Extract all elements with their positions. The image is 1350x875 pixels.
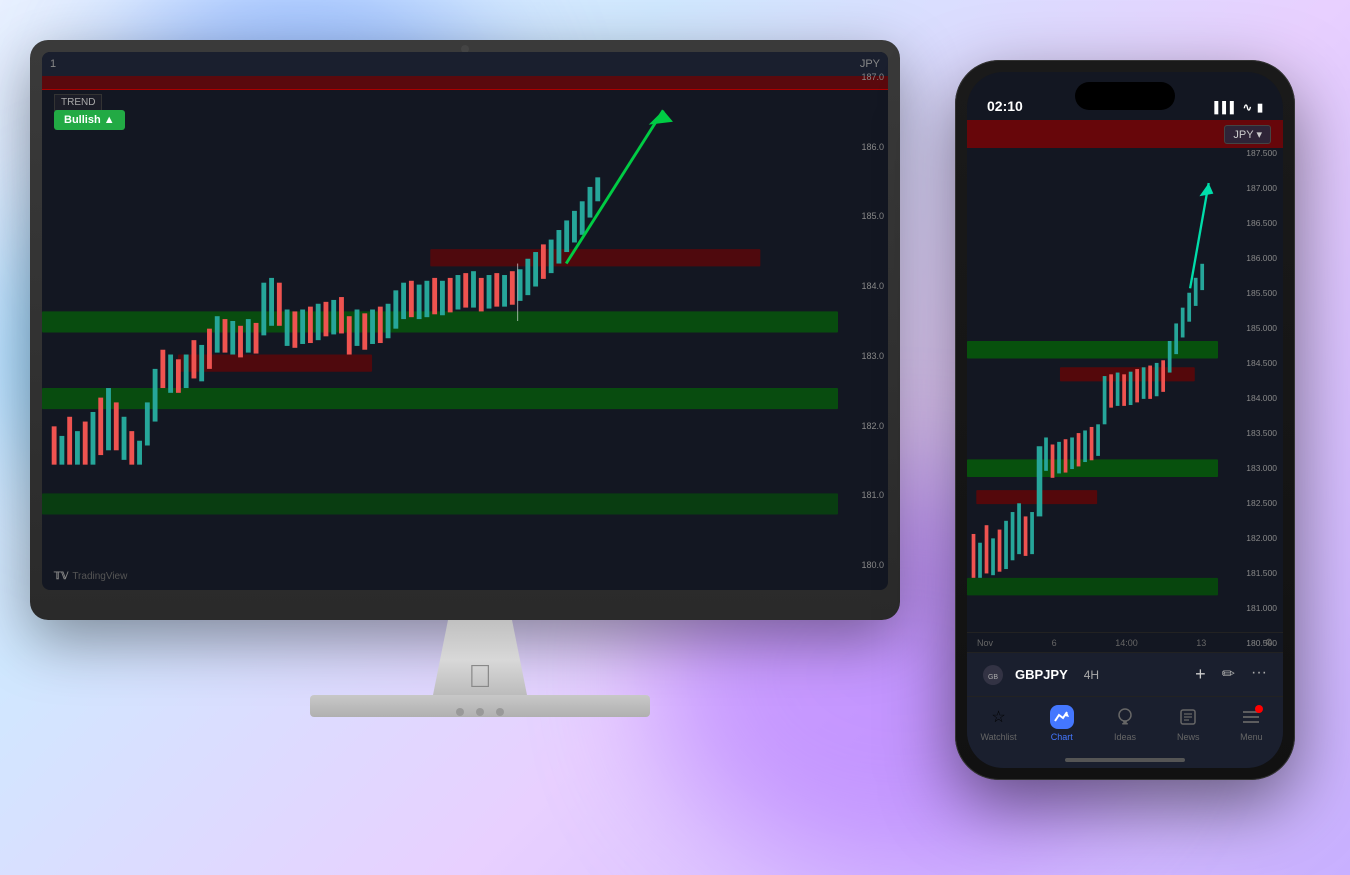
- iphone-date-bar: Nov 6 14:00 13 ⚙: [967, 632, 1283, 652]
- signal-icon: ▌▌▌: [1214, 102, 1237, 114]
- tab-watchlist[interactable]: ☆ Watchlist: [967, 705, 1030, 742]
- draw-button[interactable]: ✏: [1222, 664, 1235, 685]
- chart-settings-icon[interactable]: ⚙: [1265, 637, 1273, 648]
- iphone-symbol-bar: GB GBPJPY 4H + ✏ ···: [967, 652, 1283, 696]
- iphone-body: 02:10 ▌▌▌ ∿ ▮ JPY ▾: [955, 60, 1295, 780]
- tab-news-label: News: [1177, 732, 1200, 742]
- menu-notification-dot: [1255, 705, 1263, 713]
- tab-chart[interactable]: Chart: [1030, 705, 1093, 742]
- imac-apple-logo: : [468, 658, 492, 695]
- iphone-chart-svg: [967, 148, 1218, 648]
- imac-chart-area: [42, 72, 838, 570]
- svg-text:GB: GB: [988, 674, 998, 681]
- iphone-symbol-actions: + ✏ ···: [1195, 664, 1267, 685]
- iphone-time: 02:10: [987, 98, 1023, 114]
- iphone-screen: 02:10 ▌▌▌ ∿ ▮ JPY ▾: [967, 72, 1283, 768]
- chart-icon: [1050, 705, 1074, 729]
- iphone-device: 02:10 ▌▌▌ ∿ ▮ JPY ▾: [955, 60, 1295, 780]
- gbpjpy-flag-icon: GB: [984, 666, 1002, 684]
- iphone-home-indicator: [1065, 758, 1185, 762]
- news-icon: [1176, 705, 1200, 729]
- add-symbol-button[interactable]: +: [1195, 664, 1206, 685]
- iphone-symbol-name: GBPJPY: [1015, 667, 1068, 682]
- date-nov: Nov: [977, 638, 993, 648]
- tab-menu[interactable]: Menu: [1220, 705, 1283, 742]
- imac-dots: [456, 708, 504, 716]
- imac-screen: 1 JPY TREND Bullish ▲: [42, 52, 888, 590]
- date-1400: 14:00: [1115, 638, 1138, 648]
- news-tab-icon: [1179, 708, 1197, 726]
- imac-dot-1: [456, 708, 464, 716]
- tab-news[interactable]: News: [1157, 705, 1220, 742]
- imac-device: 1 JPY TREND Bullish ▲: [30, 40, 930, 800]
- imac-dot-3: [496, 708, 504, 716]
- iphone-timeframe: 4H: [1084, 668, 1099, 682]
- wifi-icon: ∿: [1243, 101, 1252, 114]
- imac-bezel: 1 JPY TREND Bullish ▲: [30, 40, 900, 620]
- iphone-chart-area: [967, 148, 1218, 648]
- iphone-status-icons: ▌▌▌ ∿ ▮: [1214, 101, 1263, 114]
- imac-dot-2: [476, 708, 484, 716]
- iphone-price-labels: 187.500 187.000 186.500 186.000 185.500 …: [1246, 148, 1277, 648]
- iphone-symbol-flag: GB: [983, 665, 1003, 685]
- imac-tradingview-logo: 𝕋𝕍 TradingView: [54, 571, 127, 582]
- battery-icon: ▮: [1257, 101, 1263, 114]
- imac-chart-index: 1: [50, 58, 56, 70]
- menu-icon: [1239, 705, 1263, 729]
- imac-chart-svg: [42, 72, 838, 570]
- tab-chart-label: Chart: [1051, 732, 1073, 742]
- imac-price-labels: 187.0 186.0 185.0 184.0 183.0 182.0 181.…: [861, 72, 884, 570]
- tab-ideas-label: Ideas: [1114, 732, 1136, 742]
- date-6: 6: [1052, 638, 1057, 648]
- tab-menu-label: Menu: [1240, 732, 1263, 742]
- date-13: 13: [1196, 638, 1206, 648]
- more-button[interactable]: ···: [1251, 664, 1267, 685]
- iphone-jpy-badge: JPY ▾: [1224, 125, 1271, 144]
- iphone-chart-header: JPY ▾: [967, 120, 1283, 148]
- tab-watchlist-label: Watchlist: [981, 732, 1017, 742]
- ideas-icon: [1113, 705, 1137, 729]
- tab-ideas[interactable]: Ideas: [1093, 705, 1156, 742]
- ideas-tab-icon: [1115, 707, 1135, 727]
- watchlist-icon: ☆: [987, 705, 1011, 729]
- chart-tab-icon: [1054, 709, 1070, 725]
- iphone-dynamic-island: [1075, 82, 1175, 110]
- imac-symbol: JPY: [860, 58, 880, 70]
